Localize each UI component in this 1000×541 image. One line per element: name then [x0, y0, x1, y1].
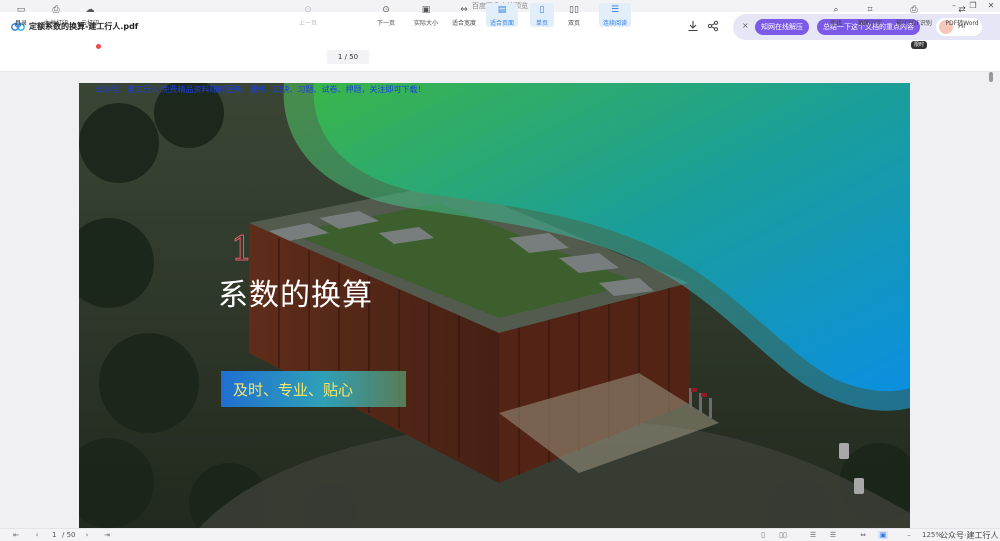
convert-icon: ⇄	[958, 5, 966, 15]
search-label: 查找	[829, 20, 842, 27]
single-page-button[interactable]: ▯ 单页	[530, 3, 554, 27]
slide-background-image	[79, 83, 910, 528]
tagline-text: 及时、专业、贴心	[233, 381, 354, 399]
single-view-icon[interactable]: ▯	[758, 531, 768, 539]
actual-size-label: 实际大小	[413, 20, 438, 27]
toc-button[interactable]: ▭ 目录	[10, 3, 32, 27]
scrollbar-thumb[interactable]	[989, 72, 993, 82]
next-page-button[interactable]: ⊙ 下一页	[373, 3, 399, 27]
pdf-to-word-button[interactable]: ⇄ PDF转Word	[942, 3, 982, 27]
status-page-current[interactable]: 1	[52, 531, 56, 539]
search-icon: ⌕	[833, 5, 839, 15]
pdf-to-word-label: PDF转Word	[945, 20, 979, 27]
scroll-view-icon[interactable]: ☰	[808, 531, 818, 539]
double-page-label: 双页	[567, 20, 580, 27]
slide-top-note: 公众号：建工行人 免费精品资料随时更新、课件、口诀、习题、试卷、押题，关注即可下…	[95, 85, 426, 94]
watermark-text: 公众号·建工行人	[940, 531, 999, 540]
page-separator: /	[344, 53, 347, 61]
first-page-icon[interactable]: ⇤	[11, 531, 21, 539]
crop-icon: ⌗	[867, 5, 873, 15]
local-print-button[interactable]: ⎙ 本地打印	[40, 3, 72, 27]
continuous-read-label: 连续阅读	[602, 20, 627, 27]
prev-page-label: 上一页	[298, 20, 317, 27]
page-number-input[interactable]: 1 / 50	[327, 50, 369, 64]
cloud-print-button[interactable]: ☁ 云打印	[78, 3, 102, 27]
fit-width-button[interactable]: ⇔ 适合宽度	[449, 3, 479, 27]
search-button[interactable]: ⌕ 查找	[826, 3, 846, 27]
status-bar: ⇤ ‹ 1 / 50 › ⇥ ▯ ▯▯ ☰ ☰ ⇔ ▣ – 125%	[0, 528, 1000, 541]
page-total: 50	[349, 53, 359, 61]
arrow-down-icon: ⊙	[382, 5, 390, 15]
viewer-toolbar	[0, 42, 1000, 72]
zoom-level: 125%	[922, 531, 943, 539]
cloud-print-icon: ☁	[85, 5, 95, 15]
screenshot-ocr-button[interactable]: ⌗ 截图识字	[855, 3, 885, 27]
section-title: 系数的换算	[218, 278, 373, 313]
fit-width-icon: ⇔	[460, 5, 468, 15]
single-page-label: 单页	[535, 20, 548, 27]
close-window-button[interactable]: ✕	[984, 0, 998, 12]
cloud-print-label: 云打印	[80, 20, 99, 27]
arrow-up-icon: ⊙	[304, 5, 312, 15]
tagline-banner: 及时、专业、贴心	[221, 371, 406, 407]
double-view-icon[interactable]: ▯▯	[778, 531, 788, 539]
screenshot-ocr-label: 截图识字	[857, 20, 882, 27]
ai-suggestion-pill-1[interactable]: 知网在线解压	[755, 19, 809, 35]
page-current: 1	[337, 53, 343, 61]
next-page-icon[interactable]: ›	[82, 531, 92, 539]
printer-icon: ⎙	[52, 5, 60, 15]
single-page-icon: ▯	[539, 5, 545, 15]
prev-page-icon[interactable]: ‹	[32, 531, 42, 539]
toc-label: 目录	[14, 20, 27, 27]
ai-bar-close-button[interactable]: ×	[742, 21, 749, 30]
share-icon[interactable]	[706, 20, 720, 34]
last-page-icon[interactable]: ⇥	[102, 531, 112, 539]
fit-page-label: 适合页面	[489, 20, 514, 27]
toc-icon: ▭	[16, 5, 26, 15]
double-page-icon: ▯▯	[569, 5, 579, 15]
continuous-view-icon[interactable]: ☰	[828, 531, 838, 539]
download-icon[interactable]	[686, 20, 700, 34]
double-page-button[interactable]: ▯▯ 双页	[562, 3, 586, 27]
limited-time-badge: 限时	[911, 41, 928, 49]
status-page-total: / 50	[62, 531, 76, 539]
continuous-read-icon: ☰	[610, 5, 620, 15]
zoom-out-icon[interactable]: –	[904, 531, 914, 539]
fit-page-button[interactable]: ▤ 适合页面	[486, 3, 518, 27]
vertical-scrollbar[interactable]	[988, 72, 994, 528]
fit-width-status-icon[interactable]: ⇔	[858, 531, 868, 539]
section-number: 1	[231, 229, 254, 270]
local-print-label: 本地打印	[43, 20, 68, 27]
notification-dot	[96, 44, 101, 49]
next-page-label: 下一页	[376, 20, 395, 27]
prev-page-button[interactable]: ⊙ 上一页	[295, 3, 321, 27]
fit-page-icon: ▤	[497, 5, 507, 15]
pdf-page: 公众号：建工行人 免费精品资料随时更新、课件、口诀、习题、试卷、押题，关注即可下…	[79, 83, 910, 528]
actual-size-icon: ▣	[421, 5, 431, 15]
scan-icon: ⎙	[910, 5, 918, 15]
continuous-read-button[interactable]: ☰ 连续阅读	[599, 3, 631, 27]
actual-size-button[interactable]: ▣ 实际大小	[411, 3, 441, 27]
pdf-print-recognize-label: 影印PDF识别	[896, 20, 932, 27]
fit-width-label: 适合宽度	[451, 20, 476, 27]
document-viewer[interactable]: 公众号：建工行人 免费精品资料随时更新、课件、口诀、习题、试卷、押题，关注即可下…	[0, 72, 1000, 528]
fit-page-status-icon[interactable]: ▣	[878, 531, 888, 539]
pdf-print-recognize-button[interactable]: ⎙ 影印PDF识别	[894, 3, 934, 27]
